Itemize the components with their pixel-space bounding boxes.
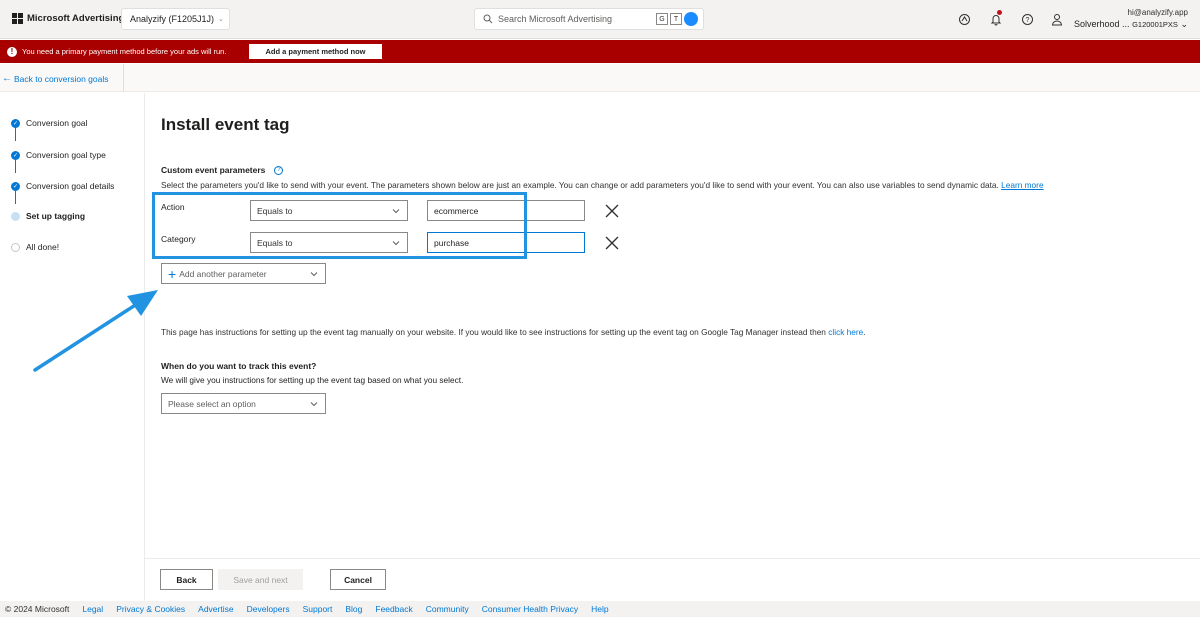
learn-more-link[interactable]: Learn more: [1001, 180, 1043, 190]
add-another-parameter-button[interactable]: + Add another parameter: [161, 263, 326, 284]
checkmark-icon: ✓: [11, 118, 20, 128]
footer-link-blog[interactable]: Blog: [345, 604, 362, 614]
save-and-next-button[interactable]: Save and next: [218, 569, 303, 590]
page-title: Install event tag: [161, 115, 290, 134]
main-content: Install event tag Custom event parameter…: [145, 93, 1200, 601]
parameters-description: Select the parameters you'd like to send…: [161, 180, 1044, 190]
step-conversion-goal-details[interactable]: ✓ Conversion goal details: [11, 181, 114, 191]
user-account-id: G120001PXS: [1132, 20, 1178, 29]
user-account-name: Solverhood ...: [1074, 19, 1130, 29]
step-conversion-goal-type[interactable]: ✓ Conversion goal type: [11, 150, 106, 160]
gtm-instructions-text: This page has instructions for setting u…: [161, 327, 866, 337]
step-all-done: All done!: [11, 242, 59, 252]
step-label: Conversion goal type: [26, 150, 106, 160]
chevron-down-icon: [310, 402, 318, 407]
add-payment-method-button[interactable]: Add a payment method now: [249, 44, 382, 59]
footer-link-help[interactable]: Help: [591, 604, 608, 614]
footer-link-community[interactable]: Community: [426, 604, 469, 614]
help-icon[interactable]: ?: [274, 165, 284, 175]
back-navigation-bar: ← Back to conversion goals: [0, 64, 1200, 92]
footer-link-legal[interactable]: Legal: [82, 604, 103, 614]
search-box[interactable]: Search Microsoft Advertising G T: [474, 8, 704, 30]
extension-g-icon[interactable]: G: [656, 13, 668, 25]
user-account-info: Solverhood ... G120001PXS ⌄: [1074, 19, 1188, 30]
footer-link-privacy[interactable]: Privacy & Cookies: [116, 604, 185, 614]
footer-link-feedback[interactable]: Feedback: [375, 604, 412, 614]
help-icon[interactable]: ?: [1020, 12, 1034, 26]
copilot-chat-icon[interactable]: [957, 12, 971, 26]
section-label-text: Custom event parameters: [161, 165, 266, 175]
banner-message: You need a primary payment method before…: [22, 47, 227, 56]
current-step-dot-icon: [11, 211, 20, 221]
footer-link-developers[interactable]: Developers: [247, 604, 290, 614]
description-text: Select the parameters you'd like to send…: [161, 180, 999, 190]
info-text: This page has instructions for setting u…: [161, 327, 826, 337]
info-end: .: [863, 327, 866, 337]
copyright-text: © 2024 Microsoft: [5, 604, 70, 614]
notification-badge: [997, 10, 1002, 15]
divider: [123, 64, 124, 92]
search-placeholder: Search Microsoft Advertising: [498, 14, 613, 24]
plus-icon: +: [168, 265, 177, 282]
step-label: Conversion goal: [26, 118, 88, 128]
annotation-highlight-box: [152, 192, 527, 259]
add-param-label: Add another parameter: [179, 268, 267, 279]
chevron-down-icon: ⌄: [1180, 19, 1188, 29]
microsoft-advertising-logo[interactable]: Microsoft Advertising: [12, 13, 124, 24]
tracking-question-description: We will give you instructions for settin…: [161, 375, 464, 385]
footer-link-consumer-health-privacy[interactable]: Consumer Health Privacy: [482, 604, 578, 614]
back-to-conversion-goals-link[interactable]: ← Back to conversion goals: [2, 73, 109, 84]
tracking-question-title: When do you want to track this event?: [161, 361, 317, 371]
footer-link-advertise[interactable]: Advertise: [198, 604, 233, 614]
extension-t-icon[interactable]: T: [670, 13, 682, 25]
step-label: Set up tagging: [26, 211, 86, 221]
step-connector: [15, 190, 16, 204]
chevron-down-icon: ⌄: [218, 16, 224, 23]
top-header: Microsoft Advertising Analyzify (F1205J1…: [0, 0, 1200, 39]
back-button[interactable]: Back: [160, 569, 213, 590]
step-set-up-tagging: Set up tagging: [11, 211, 85, 221]
search-icon: [483, 14, 493, 24]
remove-parameter-close-icon[interactable]: [605, 236, 619, 250]
tracking-option-select[interactable]: Please select an option: [161, 393, 326, 414]
copilot-icon[interactable]: [684, 12, 698, 26]
custom-event-parameters-label: Custom event parameters ?: [161, 165, 284, 175]
step-label: All done!: [26, 242, 60, 252]
divider: [145, 558, 1200, 559]
brand-name: Microsoft Advertising: [27, 13, 125, 24]
account-switcher[interactable]: Analyzify (F1205J1J) ⌄: [121, 8, 230, 30]
step-conversion-goal[interactable]: ✓ Conversion goal: [11, 118, 87, 128]
step-label: Conversion goal details: [26, 181, 115, 191]
back-link-label: Back to conversion goals: [14, 73, 109, 84]
checkmark-icon: ✓: [11, 150, 20, 160]
warning-icon: !: [7, 46, 17, 57]
chevron-down-icon: [310, 272, 318, 277]
account-name: Analyzify (F1205J1J): [130, 14, 215, 24]
gtm-click-here-link[interactable]: click here: [828, 327, 863, 337]
select-placeholder: Please select an option: [168, 398, 256, 409]
microsoft-logo-icon: [12, 13, 23, 24]
svg-text:?: ?: [1025, 17, 1029, 24]
page-footer: © 2024 Microsoft Legal Privacy & Cookies…: [0, 601, 1200, 617]
step-connector: [15, 159, 16, 173]
notifications-bell-icon[interactable]: [989, 10, 1003, 26]
step-connector: [15, 127, 16, 141]
user-email: hi@analyzify.app: [1127, 8, 1188, 17]
remove-parameter-close-icon[interactable]: [605, 204, 619, 218]
payment-warning-banner: ! You need a primary payment method befo…: [0, 40, 1200, 63]
user-profile-icon[interactable]: [1050, 12, 1064, 26]
cancel-button[interactable]: Cancel: [330, 569, 386, 590]
wizard-steps: ✓ Conversion goal ✓ Conversion goal type…: [0, 93, 145, 601]
footer-link-support[interactable]: Support: [303, 604, 333, 614]
checkmark-icon: ✓: [11, 181, 20, 191]
pending-step-dot-icon: [11, 242, 20, 252]
arrow-left-icon: ←: [2, 73, 12, 84]
user-account-menu[interactable]: hi@analyzify.app Solverhood ... G120001P…: [1074, 8, 1188, 30]
